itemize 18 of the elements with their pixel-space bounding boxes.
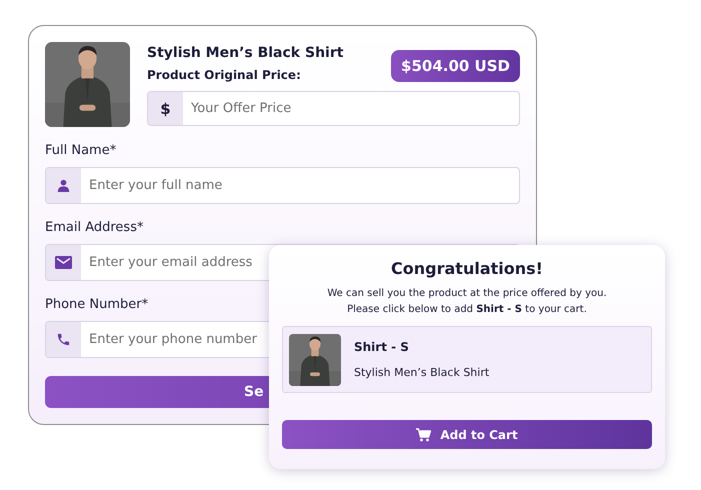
field-label: Phone Number* [45, 297, 148, 313]
add-to-cart-button[interactable]: Add to Cart [282, 420, 652, 449]
field-label: Full Name* [45, 143, 116, 159]
item-name: Shirt - S [354, 340, 410, 354]
mail-icon [55, 256, 72, 269]
price-label: Product Original Price: [147, 68, 302, 82]
product-title: Stylish Men’s Black Shirt [147, 45, 344, 61]
message-text: Please click below to add Shirt - S to your cart. [346, 303, 588, 317]
field-label: Email Address* [45, 220, 144, 236]
person-icon [57, 179, 70, 192]
price-badge: $504.00 USD [391, 50, 520, 82]
popup-title: Congratulations! [390, 259, 544, 279]
message-text: We can sell you the product at the price offered by you. [326, 287, 608, 301]
currency-prefix: $ [148, 92, 183, 125]
cart-icon [416, 428, 432, 442]
phone-icon [56, 332, 71, 347]
item-description: Stylish Men’s Black Shirt [354, 366, 490, 379]
input-field[interactable]: Enter your full name [45, 167, 520, 204]
